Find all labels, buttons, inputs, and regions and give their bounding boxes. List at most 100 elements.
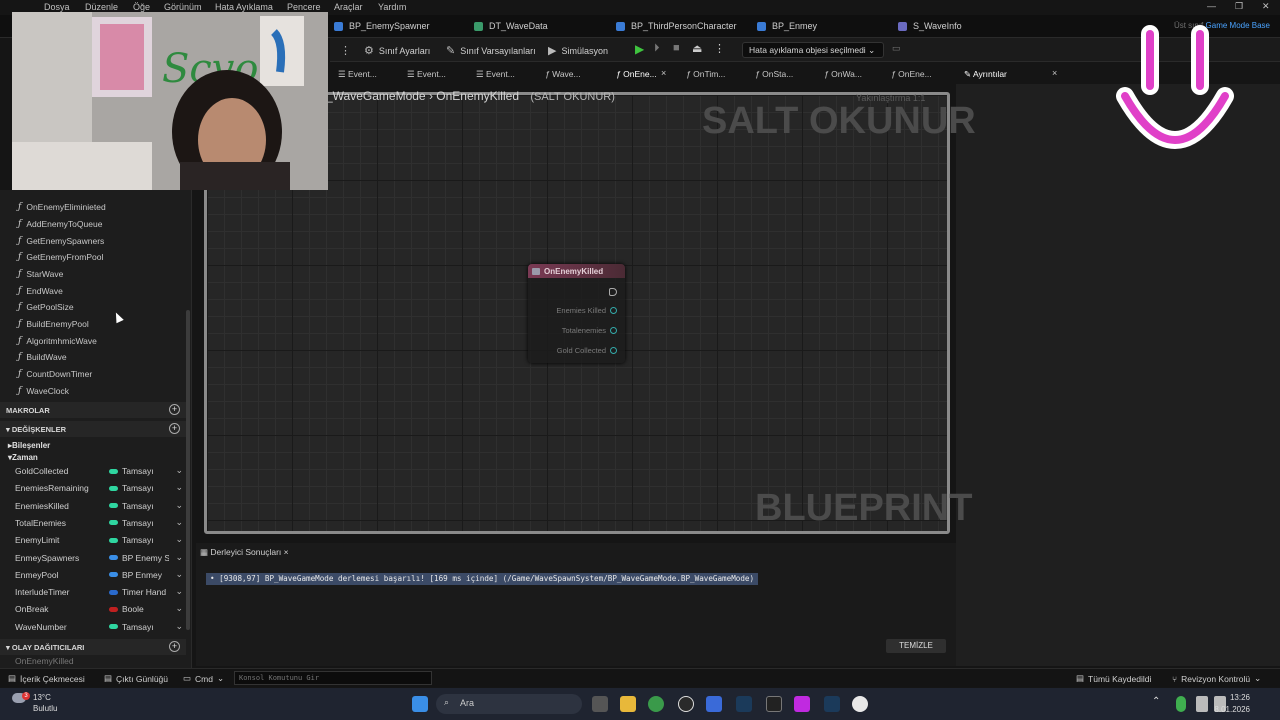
network-icon[interactable]	[1196, 696, 1208, 712]
store-icon[interactable]	[706, 696, 722, 712]
add-variable-icon[interactable]: +	[169, 423, 180, 434]
sidebar-scrollbar[interactable]	[186, 310, 190, 630]
chrome-icon[interactable]	[648, 696, 664, 712]
epic-games-icon[interactable]	[766, 696, 782, 712]
weather-widget[interactable]: 3 13°C Bulutlu	[12, 692, 57, 713]
tray-chevron-icon[interactable]: ⌃	[1152, 696, 1162, 712]
compiler-results-tab[interactable]: ▦ Derleyici Sonuçları ×	[200, 547, 289, 558]
variable-type[interactable]: Tamsayı	[109, 518, 169, 528]
function-item[interactable]: ƒ AlgoritmhmicWave	[18, 336, 97, 346]
menu-window[interactable]: Pencere	[287, 2, 321, 12]
github-icon[interactable]	[678, 696, 694, 712]
variable-type[interactable]: BP Enmey	[109, 570, 169, 580]
pin-totalenemies[interactable]: Totalenemies	[562, 326, 617, 335]
variable-row[interactable]: EnemyLimit Tamsayı ⌄	[15, 534, 185, 548]
variable-type[interactable]: Tamsayı	[109, 466, 169, 476]
compiler-message[interactable]: • [9308,97] BP_WaveGameMode derlemesi ba…	[206, 573, 759, 585]
menu-tools[interactable]: Araçlar	[334, 2, 363, 12]
output-log-button[interactable]: ▤ Çıktı Günlüğü	[104, 673, 168, 684]
save-all-status[interactable]: ▤ Tümü Kaydedildi	[1076, 673, 1151, 684]
variable-type[interactable]: BP Enemy S	[109, 553, 169, 563]
variable-row[interactable]: TotalEnemies Tamsayı ⌄	[15, 517, 185, 531]
chevron-down-icon[interactable]: ⌄	[175, 621, 183, 632]
app-icon[interactable]	[794, 696, 810, 712]
play-icon[interactable]: ▶	[635, 42, 644, 56]
chevron-down-icon[interactable]: ⌄	[175, 465, 183, 476]
function-item[interactable]: ƒ CountDownTimer	[18, 369, 92, 379]
menu-asset[interactable]: Öğe	[133, 2, 150, 12]
variable-row[interactable]: EnmeySpawners BP Enemy S ⌄	[15, 552, 185, 566]
unreal-engine-icon[interactable]	[852, 696, 868, 712]
exec-pin-icon[interactable]	[609, 288, 617, 296]
variable-type[interactable]: Timer Hand	[109, 587, 169, 597]
mic-icon[interactable]	[1176, 696, 1186, 712]
function-entry-node[interactable]: OnEnemyKilled Enemies Killed Totalenemie…	[528, 264, 625, 363]
function-item[interactable]: ƒ OnEnemyEliminieted	[18, 202, 106, 212]
variable-row[interactable]: EnemiesKilled Tamsayı ⌄	[15, 500, 185, 514]
function-item[interactable]: ƒ WaveClock	[18, 386, 69, 396]
variable-type[interactable]: Boole	[109, 604, 169, 614]
close-tab-icon[interactable]: ×	[661, 68, 666, 78]
steam-icon[interactable]	[736, 696, 752, 712]
graph-tab-onenemykilled[interactable]: ƒ OnEne...	[616, 69, 657, 79]
function-item[interactable]: ƒ GetEnemyFromPool	[18, 252, 103, 262]
function-item[interactable]: ƒ StarWave	[18, 269, 63, 279]
tab-bp-enmey[interactable]: BP_Enmey	[757, 21, 817, 31]
toolbar-more-icon[interactable]: ⋮	[340, 44, 351, 57]
taskbar-search[interactable]: ⌕ Ara	[436, 694, 582, 714]
graph-tab-event-1[interactable]: ☰ Event...	[338, 69, 377, 80]
tab-bp-thirdpersoncharacter[interactable]: BP_ThirdPersonCharacter	[616, 21, 737, 31]
category-components[interactable]: ▸Bileşenler	[8, 441, 50, 450]
graph-tab-onene[interactable]: ƒ OnEne...	[891, 69, 932, 79]
menu-help[interactable]: Yardım	[378, 2, 406, 12]
file-explorer-icon[interactable]	[620, 696, 636, 712]
stop-icon[interactable]: ■	[673, 42, 680, 54]
minimize-icon[interactable]: —	[1207, 1, 1216, 11]
pin-enemies-killed[interactable]: Enemies Killed	[556, 306, 617, 315]
clear-button[interactable]: TEMİZLE	[886, 639, 946, 653]
graph-tab-onwa[interactable]: ƒ OnWa...	[824, 69, 862, 79]
content-drawer-button[interactable]: ▤ İçerik Çekmecesi	[8, 673, 85, 684]
variable-type[interactable]: Tamsayı	[109, 535, 169, 545]
menu-view[interactable]: Görünüm	[164, 2, 202, 12]
simulation-button[interactable]: ▶ Simülasyon	[548, 44, 608, 57]
function-item[interactable]: ƒ EndWave	[18, 286, 63, 296]
add-macro-icon[interactable]: +	[169, 404, 180, 415]
chevron-down-icon[interactable]: ⌄	[175, 603, 183, 614]
class-defaults-button[interactable]: ✎ Sınıf Varsayılanları	[446, 44, 536, 57]
play-options-icon[interactable]: ⋮	[714, 42, 725, 55]
revision-control-button[interactable]: ⑂ Revizyon Kontrolü ⌄	[1172, 673, 1261, 684]
pin-gold-collected[interactable]: Gold Collected	[557, 346, 617, 355]
chevron-down-icon[interactable]: ⌄	[175, 569, 183, 580]
chevron-down-icon[interactable]: ⌄	[175, 482, 183, 493]
function-item[interactable]: ƒ BuildEnemyPool	[18, 319, 89, 329]
function-item[interactable]: ƒ GetPoolSize	[18, 302, 74, 312]
variable-row[interactable]: InterludeTimer Timer Hand ⌄	[15, 586, 185, 600]
variable-type[interactable]: Tamsayı	[109, 501, 169, 511]
graph-tab-onsta[interactable]: ƒ OnSta...	[755, 69, 793, 79]
task-view-icon[interactable]	[592, 696, 608, 712]
variables-section[interactable]: ▾ DEĞİŞKENLER +	[0, 421, 186, 437]
variable-row[interactable]: EnemiesRemaining Tamsayı ⌄	[15, 482, 185, 496]
macros-section[interactable]: MAKROLAR +	[0, 402, 186, 418]
details-tab[interactable]: ✎ Ayrıntılar ×	[960, 66, 1065, 84]
step-icon[interactable]: ⏵	[654, 42, 660, 55]
tab-s-waveinfo[interactable]: S_WaveInfo	[898, 21, 962, 31]
find-icon[interactable]: ▭	[892, 43, 901, 54]
graph-tab-event-2[interactable]: ☰ Event...	[407, 69, 446, 80]
variable-row[interactable]: EnmeyPool BP Enmey ⌄	[15, 569, 185, 583]
steam-icon[interactable]	[824, 696, 840, 712]
console-input[interactable]	[234, 671, 432, 685]
variable-row[interactable]: WaveNumber Tamsayı ⌄	[15, 621, 185, 635]
function-item[interactable]: ƒ AddEnemyToQueue	[18, 219, 102, 229]
variable-type[interactable]: Tamsayı	[109, 483, 169, 493]
tab-bp-enemyspawner[interactable]: BP_EnemySpawner	[334, 21, 430, 31]
variable-row[interactable]: GoldCollected Tamsayı ⌄	[15, 465, 185, 479]
chevron-down-icon[interactable]: ⌄	[175, 500, 183, 511]
dispatcher-item[interactable]: OnEnemyKilled	[15, 656, 74, 666]
add-dispatcher-icon[interactable]: +	[169, 641, 180, 652]
close-tab-icon[interactable]: ×	[284, 547, 289, 557]
function-item[interactable]: ƒ BuildWave	[18, 352, 67, 362]
menu-edit[interactable]: Düzenle	[85, 2, 118, 12]
breadcrumb-class[interactable]: _WaveGameMode	[326, 89, 426, 103]
